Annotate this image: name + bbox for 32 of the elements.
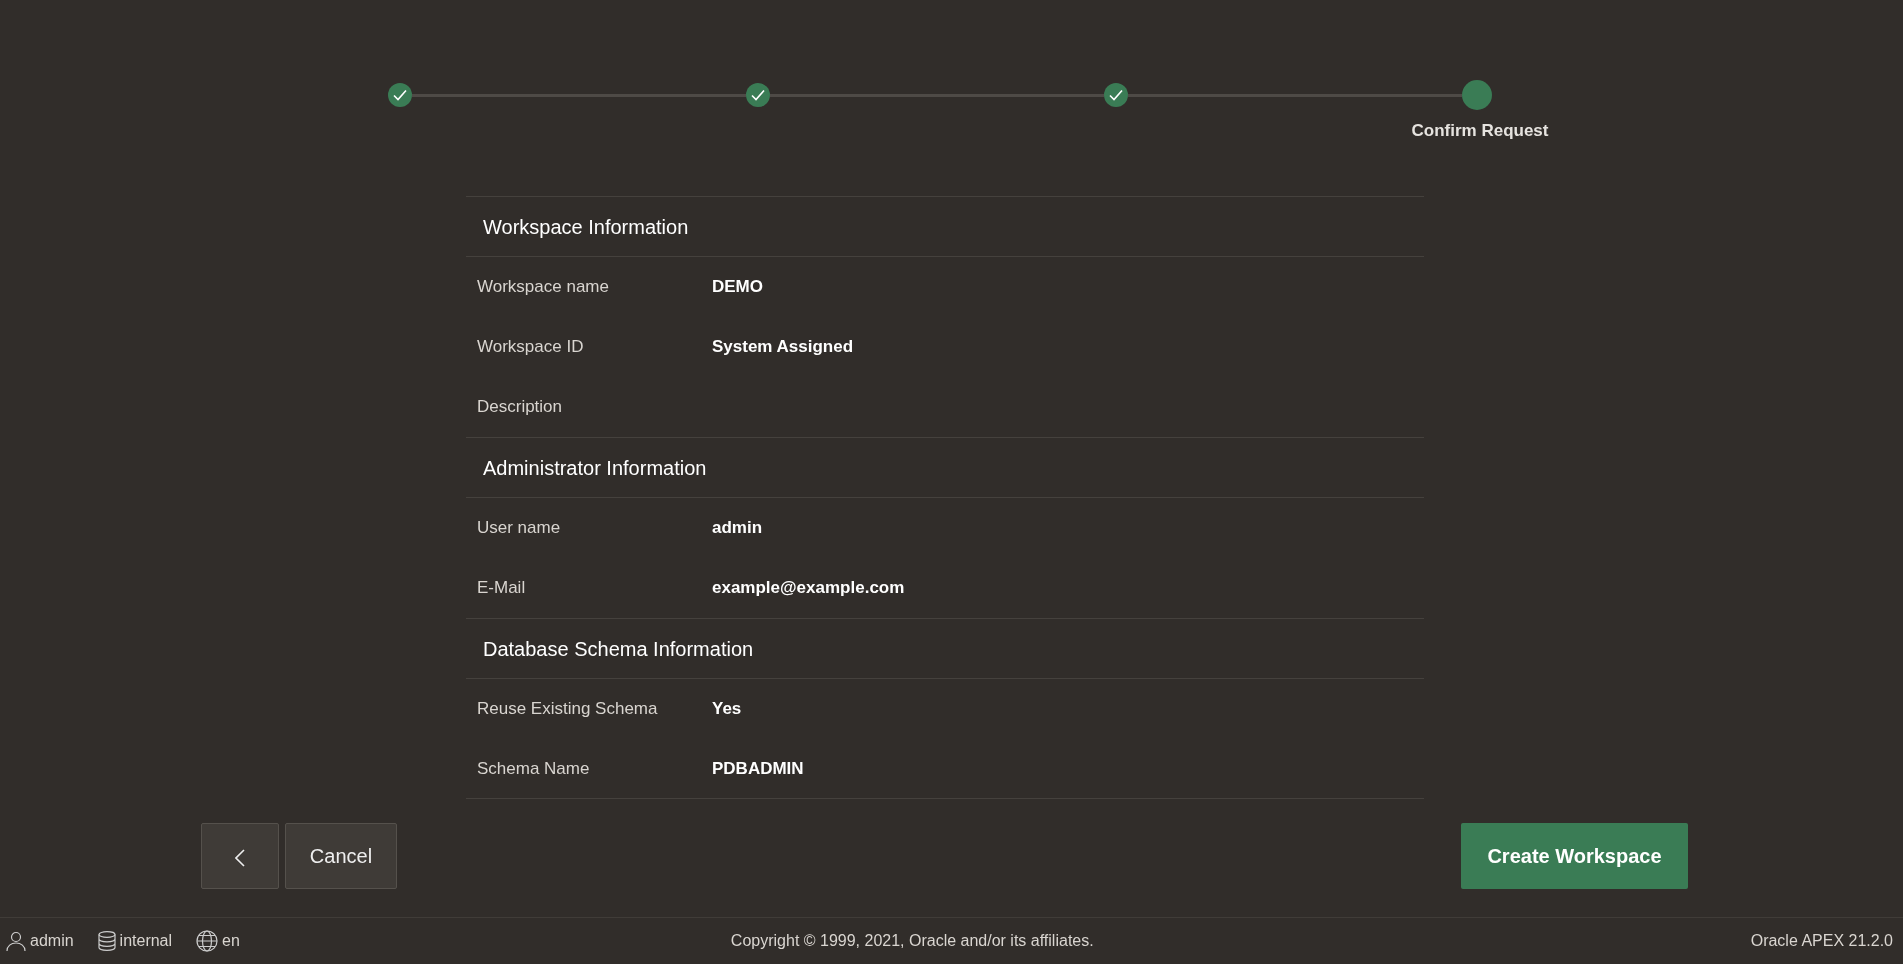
- workspace-link[interactable]: internal: [119, 929, 173, 953]
- chevron-left-icon: [235, 848, 245, 867]
- user-link[interactable]: admin: [30, 929, 74, 953]
- field-label: Description: [477, 397, 563, 417]
- field-label: Workspace name: [477, 277, 609, 297]
- field-value: example@example.com: [712, 577, 905, 600]
- back-button[interactable]: [201, 823, 279, 889]
- section-heading: Database Schema Information: [466, 618, 1424, 679]
- database-icon: [97, 931, 116, 951]
- version-text: Oracle APEX 21.2.0: [1750, 931, 1893, 951]
- cancel-button[interactable]: Cancel: [285, 823, 397, 889]
- create-workspace-button[interactable]: Create Workspace: [1461, 823, 1688, 889]
- user-icon: [6, 931, 26, 951]
- copyright-text: Copyright © 1999, 2021, Oracle and/or its affiliates.: [729, 931, 1095, 951]
- checkmark-icon: [393, 89, 407, 101]
- field-label: Schema Name: [477, 758, 590, 778]
- field-value: DEMO: [712, 276, 763, 299]
- checkmark-icon: [751, 89, 765, 101]
- field-label: Reuse Existing Schema: [477, 699, 658, 719]
- globe-icon: [196, 930, 219, 952]
- field-label: User name: [477, 518, 561, 538]
- field-value: System Assigned: [712, 336, 854, 359]
- field-value: admin: [712, 517, 763, 540]
- section-heading: Administrator Information: [466, 437, 1424, 498]
- field-label: Workspace ID: [477, 337, 584, 357]
- section-heading: Workspace Information: [466, 196, 1424, 257]
- checkmark-icon: [1109, 89, 1123, 101]
- field-label: E-Mail: [477, 578, 526, 598]
- field-value: PDBADMIN: [712, 757, 804, 780]
- field-value: Yes: [712, 698, 742, 721]
- step-label: Confirm Request: [1411, 120, 1549, 142]
- language-link[interactable]: en: [222, 929, 240, 953]
